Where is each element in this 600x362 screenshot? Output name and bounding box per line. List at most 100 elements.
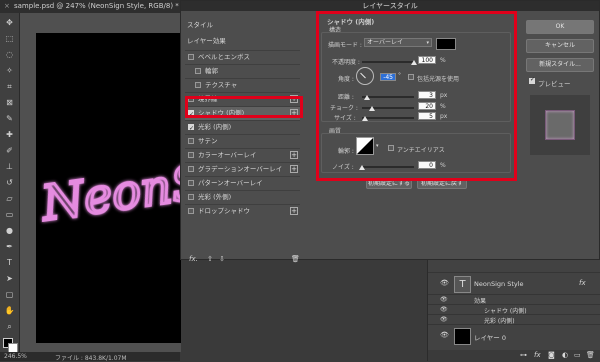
style-item-checkbox[interactable] [188,54,194,60]
highlight-inner-shadow-item [185,96,303,118]
healing-brush-icon[interactable]: ✚ [4,129,15,140]
blend-options-item[interactable]: レイヤー効果 [187,35,302,48]
type-tool-icon[interactable]: T [4,257,15,268]
ok-button[interactable]: OK [526,20,594,34]
eye-icon[interactable]: 👁 [440,331,449,339]
eye-icon[interactable]: 👁 [440,316,448,323]
folder-icon[interactable]: ▭ [574,351,581,359]
style-item[interactable]: 光彩 (内側) [185,120,300,135]
document-canvas[interactable]: NeonSign [36,33,181,343]
style-item-checkbox[interactable] [188,208,194,214]
preview-swatch [545,110,575,140]
style-item-label: 光彩 (外側) [198,193,232,201]
crop-tool-icon[interactable]: ⌗ [4,81,15,92]
fx-badge: fx [579,279,586,287]
layer-row[interactable]: 👁 レイヤー 0 [428,324,600,347]
style-item-checkbox[interactable] [188,166,194,172]
layer-name: レイヤー 0 [474,334,507,342]
style-item-label: 光彩 (内側) [198,123,232,131]
style-item-label: ドロップシャドウ [198,207,250,215]
style-item-checkbox[interactable] [195,68,201,74]
style-list-footer: fx. ⇧ ⇩ 🗑 [185,255,300,267]
move-tool-icon[interactable]: ✥ [4,17,15,28]
style-item-label: 輪郭 [205,67,218,75]
mask-icon[interactable]: ◙ [548,351,555,359]
dialog-title: レイヤースタイル [181,1,599,11]
trash-icon[interactable]: 🗑 [291,255,300,263]
move-up-icon[interactable]: ⇧ [207,255,213,263]
preview-label: プレビュー [538,80,571,88]
status-bar: 246.5% ファイル : 843.8K/1.07M [0,352,180,362]
style-item[interactable]: 光彩 (外側) [185,190,300,204]
rectangle-tool-icon[interactable]: ▢ [4,289,15,300]
document-title: sample.psd @ 247% (NeonSign Style, RGB/8… [14,2,179,10]
style-item[interactable]: ドロップシャドウ + [185,204,300,218]
magic-wand-tool-icon[interactable]: ✧ [4,65,15,76]
layer-row[interactable]: 👁 T NeonSign Style fx [428,272,600,295]
style-item-checkbox[interactable] [188,138,194,144]
layer-thumbnail [454,328,471,345]
style-item-label: ベベルとエンボス [198,53,250,61]
highlight-settings-panel [316,11,517,181]
new-style-button[interactable]: 新規スタイル... [526,58,594,72]
style-item-checkbox[interactable] [188,194,194,200]
hand-tool-icon[interactable]: ✋ [4,305,15,316]
style-item[interactable]: テクスチャ [185,78,300,92]
eraser-tool-icon[interactable]: ▱ [4,193,15,204]
add-effect-icon[interactable]: + [290,151,298,159]
brush-tool-icon[interactable]: ✐ [4,145,15,156]
close-tab-icon[interactable]: × [4,2,10,10]
eye-icon[interactable]: 👁 [440,296,448,303]
neon-text: NeonSign [37,143,181,232]
style-item-checkbox[interactable] [188,122,194,135]
zoom-level[interactable]: 246.5% [4,353,27,360]
style-item[interactable]: パターンオーバーレイ [185,176,300,190]
adjustment-icon[interactable]: ◐ [562,351,568,359]
eye-icon[interactable]: 👁 [440,306,448,313]
move-down-icon[interactable]: ⇩ [219,255,225,263]
style-preview [530,95,590,155]
layers-panel: 👁 T NeonSign Style fx 👁 効果 👁 シャドウ (内側) 👁… [427,260,600,361]
style-item-label: パターンオーバーレイ [198,179,263,187]
style-item[interactable]: ベベルとエンボス [185,50,300,64]
style-item-checkbox[interactable] [195,82,201,88]
add-fx-icon[interactable]: fx [534,351,541,359]
frame-tool-icon[interactable]: ⊠ [4,97,15,108]
style-item-label: グラデーションオーバーレイ [198,165,283,173]
style-item[interactable]: 輪郭 [185,64,300,78]
document-tab[interactable]: × sample.psd @ 247% (NeonSign Style, RGB… [0,0,180,14]
layers-footer: ⊶ fx ◙ ◐ ▭ 🗑 [428,350,600,361]
style-item-checkbox[interactable] [188,152,194,158]
blur-tool-icon[interactable]: ● [4,225,15,236]
path-select-icon[interactable]: ➤ [4,273,15,284]
pen-tool-icon[interactable]: ✒ [4,241,15,252]
clone-stamp-icon[interactable]: ⊥ [4,161,15,172]
add-effect-icon[interactable]: + [290,165,298,173]
trash-icon[interactable]: 🗑 [586,351,595,359]
style-item[interactable]: サテン [185,134,300,148]
style-item[interactable]: カラーオーバーレイ + [185,148,300,162]
style-item-label: サテン [198,137,218,145]
add-effect-icon[interactable]: + [290,207,298,215]
cancel-button[interactable]: キャンセル [526,39,594,53]
link-icon[interactable]: ⊶ [520,351,527,359]
layer-style-dialog: レイヤースタイル スタイル レイヤー効果 ベベルとエンボス 輪郭 テクスチャ 境界線 +… [180,0,600,263]
fx-menu-button[interactable]: fx. [189,255,198,263]
history-brush-icon[interactable]: ↺ [4,177,15,188]
gradient-tool-icon[interactable]: ▭ [4,209,15,220]
text-layer-thumb-icon: T [454,276,471,293]
style-list: スタイル レイヤー効果 ベベルとエンボス輪郭テクスチャ境界線+シャドウ (内側)… [181,15,303,263]
layer-name: NeonSign Style [474,280,524,288]
neon-text-art: NeonSign [36,142,181,234]
style-item-label: カラーオーバーレイ [198,151,257,159]
style-item-checkbox[interactable] [188,180,194,186]
lasso-tool-icon[interactable]: ◌ [4,49,15,60]
style-item[interactable]: グラデーションオーバーレイ + [185,162,300,176]
preview-checkbox[interactable] [529,76,535,84]
eyedropper-tool-icon[interactable]: ✎ [4,113,15,124]
style-item-label: テクスチャ [205,81,238,89]
zoom-tool-icon[interactable]: ⌕ [4,321,15,332]
marquee-tool-icon[interactable]: ⬚ [4,33,15,44]
styles-header[interactable]: スタイル [187,19,302,32]
eye-icon[interactable]: 👁 [440,279,449,287]
